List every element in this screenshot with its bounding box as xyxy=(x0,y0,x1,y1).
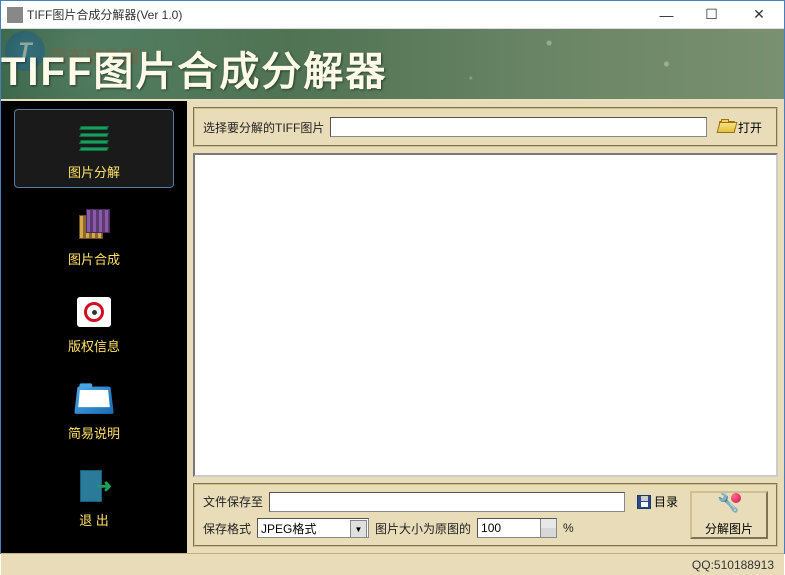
size-value: 100 xyxy=(481,521,501,535)
output-panel: 文件保存至 目录 保存格式 JPEG格式 图片大小为原图的 xyxy=(193,483,778,547)
sidebar-item-label: 图片合成 xyxy=(68,249,120,268)
statusbar: QQ:510188913 xyxy=(1,553,784,575)
titlebar[interactable]: TIFF图片合成分解器(Ver 1.0) — ☐ ✕ xyxy=(1,1,784,29)
sidebar: 图片分解 图片合成 版权信息 简易说明 退 出 xyxy=(1,101,187,553)
output-settings: 文件保存至 目录 保存格式 JPEG格式 图片大小为原图的 xyxy=(203,491,684,539)
percent-suffix: % xyxy=(563,521,574,535)
disk-icon xyxy=(637,495,651,509)
sidebar-item-label: 图片分解 xyxy=(68,162,120,181)
sidebar-item-exit[interactable]: 退 出 xyxy=(14,457,174,536)
sidebar-item-label: 版权信息 xyxy=(68,336,120,355)
window-controls: — ☐ ✕ xyxy=(644,1,784,28)
source-path-input[interactable] xyxy=(330,117,707,137)
preview-area xyxy=(193,153,778,477)
format-value: JPEG格式 xyxy=(261,520,316,537)
tool-icon xyxy=(717,493,741,517)
format-label: 保存格式 xyxy=(203,520,251,537)
window-title: TIFF图片合成分解器(Ver 1.0) xyxy=(27,6,644,23)
folder-icon xyxy=(72,379,116,419)
save-path-input[interactable] xyxy=(269,492,625,512)
sidebar-item-copyright[interactable]: 版权信息 xyxy=(14,283,174,362)
size-label: 图片大小为原图的 xyxy=(375,520,471,537)
format-select[interactable]: JPEG格式 xyxy=(257,518,369,538)
sidebar-item-label: 简易说明 xyxy=(68,423,120,442)
maximize-button[interactable]: ☐ xyxy=(689,1,734,28)
directory-button-label: 目录 xyxy=(654,493,678,510)
input-panel: 选择要分解的TIFF图片 打开 xyxy=(193,107,778,147)
directory-button[interactable]: 目录 xyxy=(631,491,684,512)
open-button-label: 打开 xyxy=(738,119,762,136)
app-window: TIFF图片合成分解器(Ver 1.0) — ☐ ✕ T 河东软件园 TIFF图… xyxy=(0,0,785,554)
open-button[interactable]: 打开 xyxy=(713,117,768,138)
minimize-button[interactable]: — xyxy=(644,1,689,28)
banner-title: TIFF图片合成分解器 xyxy=(1,39,387,97)
sidebar-item-help[interactable]: 简易说明 xyxy=(14,370,174,449)
sidebar-item-label: 退 出 xyxy=(79,510,109,529)
select-file-label: 选择要分解的TIFF图片 xyxy=(203,119,324,136)
qq-contact: QQ:510188913 xyxy=(692,558,774,572)
sidebar-item-decompose[interactable]: 图片分解 xyxy=(14,109,174,188)
stack-icon xyxy=(72,118,116,158)
main-panel: 选择要分解的TIFF图片 打开 文件保存至 目录 xyxy=(187,101,784,553)
folder-open-icon xyxy=(719,121,735,133)
run-button[interactable]: 分解图片 xyxy=(690,491,768,539)
banner: T 河东软件园 TIFF图片合成分解器 xyxy=(1,29,784,101)
size-stepper[interactable]: 100 xyxy=(477,518,557,538)
cube-icon xyxy=(72,205,116,245)
sidebar-item-compose[interactable]: 图片合成 xyxy=(14,196,174,275)
save-to-label: 文件保存至 xyxy=(203,493,263,510)
exit-icon xyxy=(72,466,116,506)
body-area: 图片分解 图片合成 版权信息 简易说明 退 出 选择要分解的TIFF图片 xyxy=(1,101,784,553)
app-icon xyxy=(7,7,23,23)
copyright-icon xyxy=(72,292,116,332)
run-button-label: 分解图片 xyxy=(705,520,753,537)
close-button[interactable]: ✕ xyxy=(734,1,784,28)
